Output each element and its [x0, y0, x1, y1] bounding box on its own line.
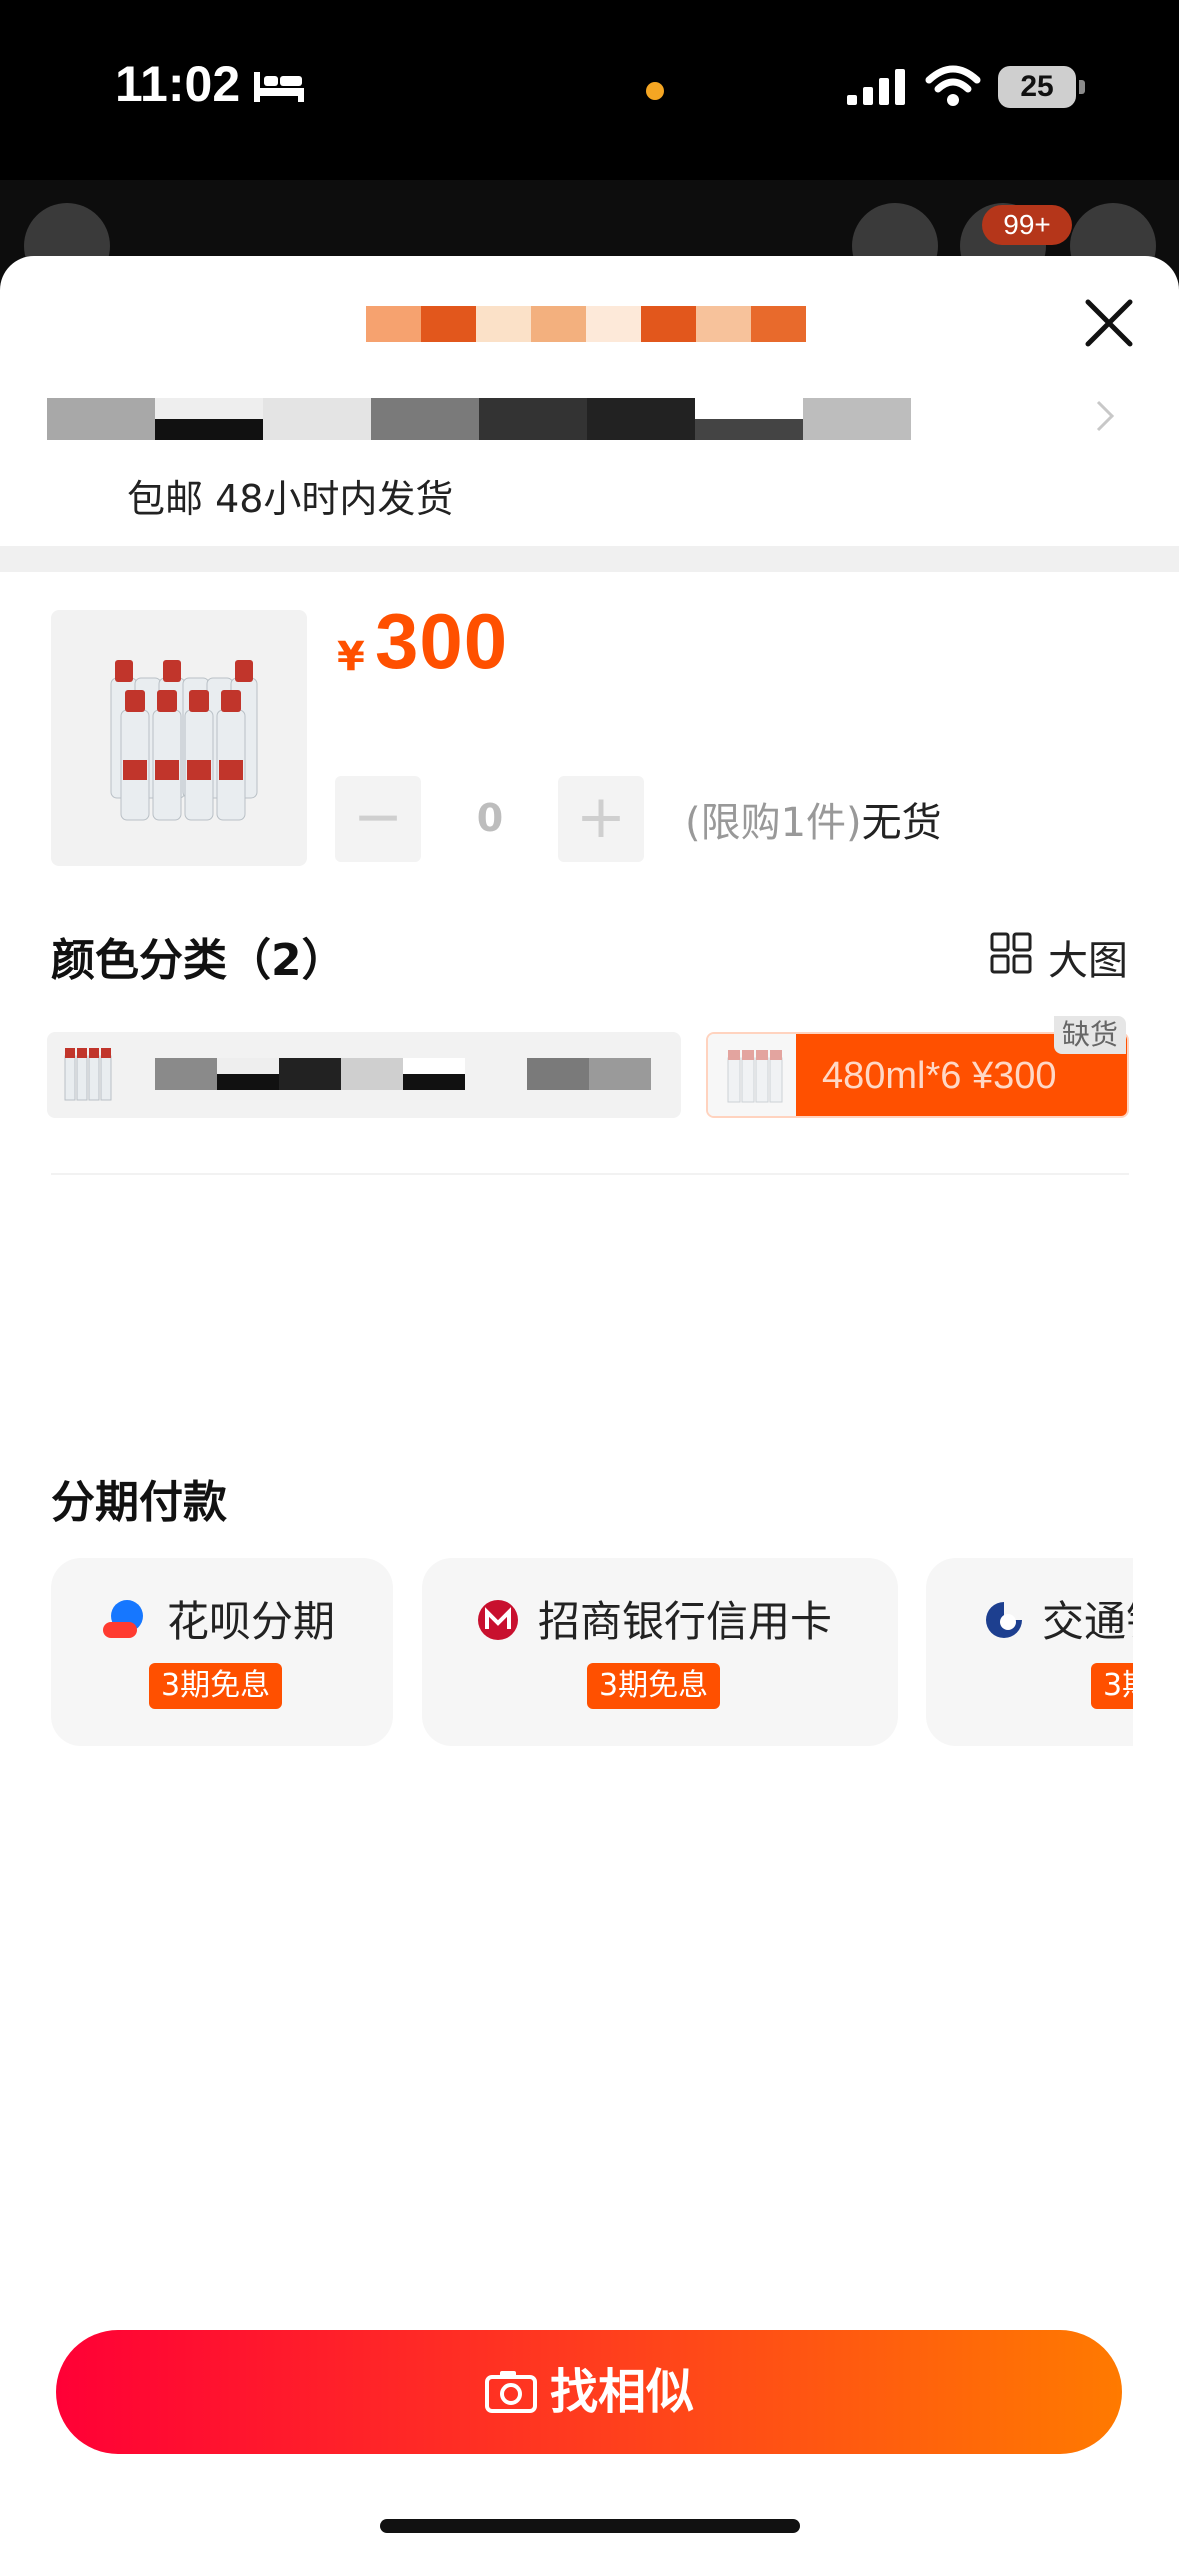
- liquor-bottles-image: [110, 660, 258, 821]
- variant-thumbnail: [64, 1048, 112, 1101]
- variant-label-redacted: [155, 1058, 655, 1090]
- huabei-icon: [103, 1600, 143, 1638]
- privacy-indicator-dot: [646, 82, 664, 100]
- variant-thumbnail: [708, 1034, 796, 1116]
- sleep-bed-icon: [254, 72, 304, 102]
- cmb-bank-icon: [478, 1600, 518, 1640]
- quantity-increase-button[interactable]: +: [558, 776, 644, 862]
- plan-name: 招商银行信用卡: [538, 1597, 833, 1646]
- product-thumbnail[interactable]: [51, 610, 307, 866]
- section-divider: [0, 546, 1179, 572]
- divider: [51, 1173, 1129, 1175]
- cart-count-badge: 99+: [982, 205, 1072, 245]
- price-value: 300: [375, 597, 509, 685]
- find-similar-button[interactable]: 找相似: [56, 2330, 1122, 2454]
- variant-section-title: 颜色分类（2）: [51, 935, 346, 986]
- find-similar-label: 找相似: [549, 2364, 694, 2420]
- camera-icon: [484, 2371, 537, 2413]
- stock-status: 无货: [861, 800, 942, 846]
- out-of-stock-badge: 缺货: [1054, 1016, 1126, 1054]
- plan-interest-free-tag: 3期免息: [587, 1663, 721, 1709]
- quantity-value[interactable]: 0: [460, 796, 520, 840]
- battery-level: 25: [998, 66, 1076, 108]
- status-bar: 11:02 25: [0, 0, 1179, 180]
- installment-section-title: 分期付款: [51, 1477, 227, 1528]
- quantity-decrease-button[interactable]: −: [335, 776, 421, 862]
- close-icon[interactable]: [1080, 294, 1138, 352]
- home-indicator[interactable]: [380, 2519, 800, 2533]
- variant-option-1[interactable]: [47, 1032, 681, 1118]
- big-view-toggle[interactable]: 大图: [1048, 928, 1128, 986]
- carousel-edge-mask: [1133, 1546, 1179, 1766]
- shipping-info: 包邮 48小时内发货: [127, 477, 454, 521]
- bocom-bank-icon: [986, 1602, 1022, 1638]
- delivery-address-redacted[interactable]: [47, 398, 913, 440]
- limit-text: (限购1件): [685, 800, 862, 846]
- plan-name: 花呗分期: [167, 1597, 336, 1646]
- status-time: 11:02: [115, 56, 241, 112]
- installment-plan-cmb[interactable]: 招商银行信用卡 3期免息: [422, 1558, 898, 1746]
- plan-interest-free-tag: 3期免息: [149, 1663, 283, 1709]
- shop-title-redacted: [366, 306, 806, 342]
- sku-selector-sheet: 包邮 48小时内发货 ¥ 300 − 0 + (限购1件)无货 颜色分类（2） …: [0, 256, 1179, 2556]
- cellular-signal-icon: [847, 69, 905, 105]
- installment-plan-huabei[interactable]: 花呗分期 3期免息: [51, 1558, 393, 1746]
- price-currency: ¥: [337, 634, 365, 680]
- battery-nub: [1079, 80, 1085, 94]
- chevron-right-icon[interactable]: [1090, 394, 1120, 438]
- wifi-icon: [925, 65, 981, 106]
- grid-view-icon[interactable]: [990, 932, 1032, 974]
- purchase-limit-note: (限购1件)无货: [685, 790, 942, 848]
- bottles-thumb-image: [727, 1050, 783, 1103]
